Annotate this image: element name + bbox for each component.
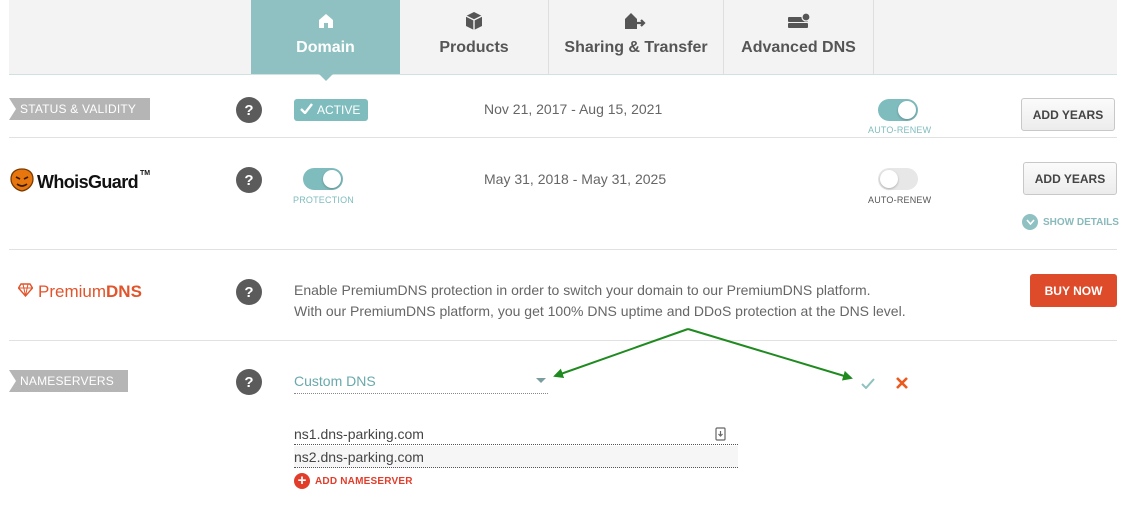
plus-icon: +	[294, 473, 310, 489]
tab-advanced-dns[interactable]: Advanced DNS	[724, 0, 874, 74]
nameserver-input[interactable]: ns1.dns-parking.com	[294, 423, 738, 445]
tab-sharing-transfer[interactable]: Sharing & Transfer	[549, 0, 724, 74]
dns-type-value: Custom DNS	[294, 372, 376, 389]
premiumdns-row: PremiumDNS ? Enable PremiumDNS protectio…	[9, 250, 1117, 341]
tab-label: Sharing & Transfer	[564, 39, 708, 56]
validity-dates: Nov 21, 2017 - Aug 15, 2021	[484, 101, 663, 117]
diamond-icon	[17, 282, 34, 302]
protection-toggle[interactable]	[303, 168, 343, 190]
nameserver-value: ns1.dns-parking.com	[294, 425, 424, 442]
whoisguard-autorenew-toggle[interactable]	[878, 168, 918, 190]
tab-products[interactable]: Products	[400, 0, 549, 74]
status-badge: ACTIVE	[294, 99, 369, 121]
autorenew-label: AUTO-RENEW	[868, 125, 932, 135]
premiumdns-description: Enable PremiumDNS protection in order to…	[294, 280, 906, 322]
chevron-down-icon	[1022, 214, 1038, 230]
caret-down-icon	[536, 378, 546, 383]
tab-label: Advanced DNS	[741, 39, 856, 56]
nameserver-value: ns2.dns-parking.com	[294, 448, 424, 465]
whoisguard-autorenew-label: AUTO-RENEW	[868, 195, 932, 205]
check-icon	[300, 103, 313, 117]
whoisguard-dates: May 31, 2018 - May 31, 2025	[484, 171, 667, 187]
tab-domain[interactable]: Domain	[251, 0, 400, 81]
confirm-check-icon[interactable]	[859, 374, 877, 392]
add-years-button[interactable]: ADD YEARS	[1021, 98, 1115, 131]
whoisguard-add-years-button[interactable]: ADD YEARS	[1023, 162, 1117, 195]
nameserver-input[interactable]: ns2.dns-parking.com	[294, 446, 738, 468]
add-nameserver-button[interactable]: + ADD NAMESERVER	[294, 473, 413, 489]
whoisguard-logo: WhoisGuard TM	[9, 168, 150, 197]
premiumdns-logo-prefix: Premium	[38, 282, 107, 301]
delete-nameserver-icon[interactable]	[713, 426, 727, 442]
tab-bar: Domain Products Sharing & Transfer Advan…	[9, 0, 1117, 81]
cancel-close-icon[interactable]	[893, 374, 911, 392]
whoisguard-row: WhoisGuard TM ? PROTECTION May 31, 2018 …	[9, 138, 1119, 250]
help-icon[interactable]: ?	[236, 97, 262, 123]
premiumdns-description-line: Enable PremiumDNS protection in order to…	[294, 282, 871, 298]
premiumdns-logo: PremiumDNS	[17, 282, 142, 302]
premiumdns-logo-suffix: DNS	[106, 282, 142, 301]
help-icon[interactable]: ?	[236, 369, 262, 395]
server-icon	[786, 9, 812, 33]
status-validity-ribbon: STATUS & VALIDITY	[9, 98, 151, 120]
show-details-link[interactable]: SHOW DETAILS	[1022, 214, 1119, 230]
buy-now-button[interactable]: BUY NOW	[1030, 274, 1117, 307]
help-icon[interactable]: ?	[236, 167, 262, 193]
add-nameserver-label: ADD NAMESERVER	[315, 475, 413, 487]
dns-type-select[interactable]: Custom DNS	[294, 368, 548, 394]
premiumdns-description-line: With our PremiumDNS platform, you get 10…	[294, 303, 906, 319]
help-icon[interactable]: ?	[236, 279, 262, 305]
whoisguard-logo-text: WhoisGuard	[37, 172, 139, 192]
home-icon	[313, 9, 339, 33]
protection-label: PROTECTION	[293, 195, 355, 205]
autorenew-toggle[interactable]	[878, 99, 918, 121]
box-icon	[461, 9, 487, 33]
nameservers-ribbon: NAMESERVERS	[9, 370, 129, 392]
status-badge-label: ACTIVE	[317, 103, 361, 117]
tab-label: Products	[439, 39, 509, 56]
whoisguard-logo-tm: TM	[140, 170, 151, 177]
status-row: STATUS & VALIDITY ? ACTIVE Nov 21, 2017 …	[9, 75, 1117, 138]
whoisguard-guard-icon	[9, 168, 35, 197]
nameservers-row: NAMESERVERS ? Custom DNS ns1.dns-parking…	[9, 341, 1117, 505]
tab-label: Domain	[296, 39, 355, 56]
transfer-icon	[623, 9, 649, 33]
show-details-label: SHOW DETAILS	[1043, 216, 1119, 228]
